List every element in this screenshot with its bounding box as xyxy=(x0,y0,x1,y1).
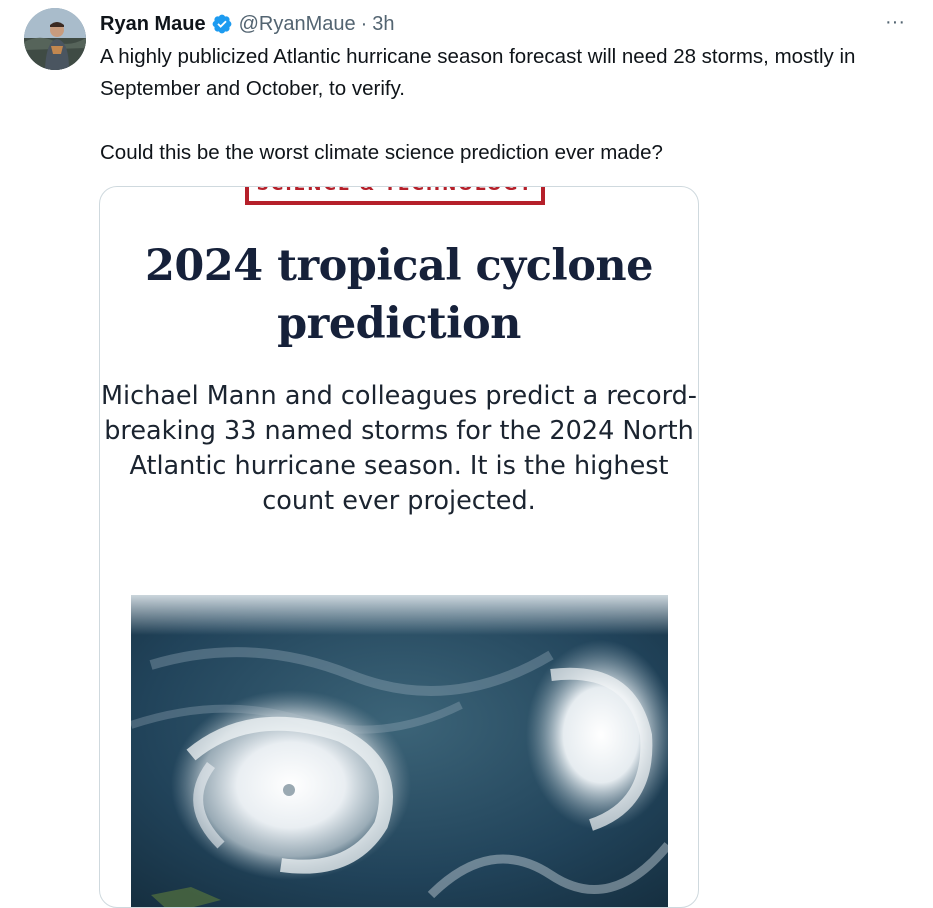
tweet[interactable]: Ryan Maue @RyanMaue · 3h ··· A highly pu… xyxy=(0,0,933,908)
author-display-name[interactable]: Ryan Maue xyxy=(100,10,206,38)
header-separator: · xyxy=(360,13,368,35)
tweet-timestamp[interactable]: 3h xyxy=(372,10,394,38)
tweet-text: A highly publicized Atlantic hurricane s… xyxy=(100,41,920,169)
satellite-hurricane-image xyxy=(131,595,668,907)
user-avatar[interactable] xyxy=(24,8,86,70)
author-handle[interactable]: @RyanMaue xyxy=(239,10,356,38)
article-category-label: SCIENCE & TECHNOLOGY xyxy=(245,187,545,205)
more-options-icon[interactable]: ··· xyxy=(878,10,912,38)
avatar-photo-icon xyxy=(24,8,86,70)
tweet-text-paragraph: Could this be the worst climate science … xyxy=(100,141,663,164)
tweet-header: Ryan Maue @RyanMaue · 3h xyxy=(100,10,395,38)
article-deck: Michael Mann and colleagues predict a re… xyxy=(100,381,698,516)
tweet-media-card[interactable]: SCIENCE & TECHNOLOGY 2024 tropical cyclo… xyxy=(99,186,699,908)
verified-badge-icon[interactable] xyxy=(211,13,233,35)
article-headline: 2024 tropical cyclone prediction xyxy=(144,241,654,349)
tweet-text-paragraph: A highly publicized Atlantic hurricane s… xyxy=(100,45,856,100)
